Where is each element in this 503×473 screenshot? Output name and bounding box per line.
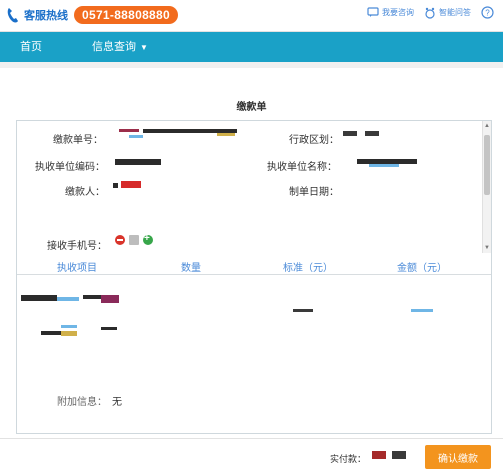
customer-hotline: 客服热线 0571-88808880 xyxy=(4,5,178,25)
payment-no-value-mask-2 xyxy=(129,135,143,138)
help-icon: ? xyxy=(481,6,494,19)
item-cell-mask-3 xyxy=(101,295,119,303)
form-scrollbar[interactable]: ▲ ▼ xyxy=(482,121,491,253)
confirm-payment-button[interactable]: 确认缴款 xyxy=(425,445,491,469)
chat-icon xyxy=(367,7,379,17)
region-value xyxy=(343,131,357,136)
nav-home[interactable]: 首页 xyxy=(20,32,42,62)
add-phone-icon[interactable] xyxy=(143,233,153,245)
issue-date-label: 制单日期： xyxy=(289,187,339,198)
remove-phone-icon[interactable] xyxy=(115,235,125,245)
payment-footer: 实付款： 确认缴款 xyxy=(0,438,503,473)
item-cell-mask xyxy=(41,331,61,335)
item-cell-mask-3 xyxy=(101,327,117,330)
region-label: 行政区划： xyxy=(289,135,339,146)
main-navbar: 首页 信息查询 ▼ xyxy=(0,32,503,62)
amount-cell xyxy=(411,309,433,312)
payer-value xyxy=(113,183,118,188)
nav-info-query-label: 信息查询 xyxy=(92,41,136,53)
payer-value-mask xyxy=(121,181,141,188)
phone-label: 接收手机号： xyxy=(47,241,107,252)
top-links: 我要咨询 智能问答 ? xyxy=(367,6,497,19)
payment-no-label: 缴款单号： xyxy=(53,135,103,146)
payer-label: 缴款人： xyxy=(65,187,105,198)
item-cell-mask-2 xyxy=(61,331,77,336)
item-cell xyxy=(61,325,77,328)
unit-code-value xyxy=(115,159,161,165)
extra-info-label: 附加信息： xyxy=(57,397,107,408)
col-header-item: 执收项目 xyxy=(57,263,97,274)
nav-info-query[interactable]: 信息查询 ▼ xyxy=(92,32,148,62)
top-header: 客服热线 0571-88808880 我要咨询 智能问答 ? xyxy=(0,0,503,32)
col-header-quantity: 数量 xyxy=(181,263,201,274)
phone-actions xyxy=(115,233,153,245)
hotline-label: 客服热线 xyxy=(24,10,68,22)
main-content: 缴款单 ▲ ▼ 缴款单号： 行政区划： 执收单位编码： 执收单位名称： 缴款人：… xyxy=(0,68,503,438)
payment-no-value xyxy=(119,129,139,132)
col-header-amount: 金额（元） xyxy=(397,263,447,274)
scroll-down-icon[interactable]: ▼ xyxy=(484,245,490,251)
help-link[interactable]: ? xyxy=(481,6,497,19)
item-cell-mask xyxy=(57,297,79,301)
item-cell-mask-2 xyxy=(83,295,101,299)
payment-form-panel: ▲ ▼ 缴款单号： 行政区划： 执收单位编码： 执收单位名称： 缴款人： 制单日… xyxy=(16,120,492,434)
paid-amount-value xyxy=(372,451,386,459)
extra-info-value: 无 xyxy=(112,397,122,408)
svg-text:?: ? xyxy=(485,9,490,18)
table-divider xyxy=(17,274,491,275)
col-header-standard: 标准（元） xyxy=(283,263,333,274)
unit-name-label: 执收单位名称： xyxy=(267,162,337,173)
smart-qa-link[interactable]: 智能问答 xyxy=(424,7,471,19)
caret-down-icon: ▼ xyxy=(140,43,148,52)
scroll-thumb[interactable] xyxy=(484,135,490,195)
robot-icon xyxy=(425,7,435,19)
paid-amount-value-mask xyxy=(392,451,406,459)
consult-link[interactable]: 我要咨询 xyxy=(367,7,414,18)
page-title: 缴款单 xyxy=(236,102,267,113)
unit-code-label: 执收单位编码： xyxy=(35,162,105,173)
item-cell xyxy=(21,295,57,301)
phone-icon xyxy=(4,6,22,24)
edit-phone-icon[interactable] xyxy=(129,235,139,245)
hotline-number: 0571-88808880 xyxy=(74,6,178,24)
region-value-mask xyxy=(365,131,379,136)
smart-qa-link-label: 智能问答 xyxy=(439,8,471,17)
paid-amount-label: 实付款： xyxy=(330,454,367,464)
payment-no-value-mask-3 xyxy=(217,133,235,136)
consult-link-label: 我要咨询 xyxy=(382,8,414,17)
scroll-up-icon[interactable]: ▲ xyxy=(484,123,490,129)
standard-cell xyxy=(293,309,313,312)
unit-name-value-mask xyxy=(369,164,399,167)
